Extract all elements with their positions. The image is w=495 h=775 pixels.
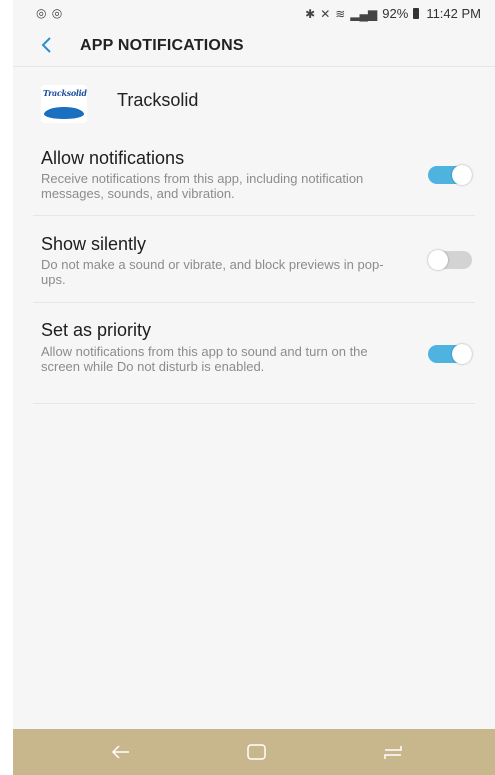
status-bar: ◎ ◎ ✱ ✕ ≋ ▂▄▆ 92% 11:42 PM bbox=[13, 0, 495, 26]
setting-description: Do not make a sound or vibrate, and bloc… bbox=[41, 257, 384, 287]
setting-title: Set as priority bbox=[41, 320, 152, 340]
page-title: APP NOTIFICATIONS bbox=[80, 37, 244, 54]
setting-title: Show silently bbox=[41, 234, 147, 254]
status-right-group: ✱ ✕ ≋ ▂▄▆ 92% 11:42 PM bbox=[305, 6, 481, 21]
wifi-icon: ≋ bbox=[335, 6, 346, 21]
set-as-priority-toggle[interactable] bbox=[428, 344, 472, 364]
setting-show-silently[interactable]: Show silently Do not make a sound or vib… bbox=[33, 216, 475, 303]
header: APP NOTIFICATIONS bbox=[13, 26, 495, 67]
allow-notifications-toggle[interactable] bbox=[428, 165, 472, 185]
bluetooth-icon: ✱ bbox=[305, 6, 316, 21]
toggle-knob bbox=[452, 344, 472, 364]
setting-allow-notifications[interactable]: Allow notifications Receive notification… bbox=[33, 140, 475, 216]
back-nav-icon[interactable] bbox=[109, 742, 133, 762]
toggle-knob bbox=[428, 250, 448, 270]
home-nav-icon[interactable] bbox=[245, 742, 269, 762]
setting-title: Allow notifications bbox=[41, 148, 185, 168]
status-left-icons: ◎ ◎ bbox=[36, 6, 64, 20]
navigation-bar bbox=[13, 729, 495, 775]
phone-screen: ◎ ◎ ✱ ✕ ≋ ▂▄▆ 92% 11:42 PM APP NOTIFICAT… bbox=[13, 0, 495, 775]
battery-percent: 92% bbox=[382, 6, 409, 21]
clock: 11:42 PM bbox=[426, 6, 481, 21]
mute-icon: ✕ bbox=[320, 6, 331, 21]
setting-set-as-priority[interactable]: Set as priority Allow notifications from… bbox=[33, 303, 475, 404]
toggle-knob bbox=[452, 165, 472, 185]
setting-description: Allow notifications from this app to sou… bbox=[41, 344, 368, 374]
app-name: Tracksolid bbox=[117, 90, 199, 110]
back-arrow-icon[interactable] bbox=[35, 33, 59, 57]
setting-description: Receive notifications from this app, inc… bbox=[41, 171, 364, 201]
app-info-row: Tracksolid Tracksolid bbox=[13, 70, 495, 130]
signal-icon: ▂▄▆ bbox=[350, 6, 378, 21]
app-logo: Tracksolid bbox=[41, 85, 87, 123]
logo-swoosh bbox=[44, 107, 84, 119]
app-logo-text: Tracksolid bbox=[43, 88, 87, 98]
battery-icon bbox=[413, 8, 420, 19]
recents-nav-icon[interactable] bbox=[381, 742, 405, 762]
show-silently-toggle[interactable] bbox=[428, 250, 472, 270]
